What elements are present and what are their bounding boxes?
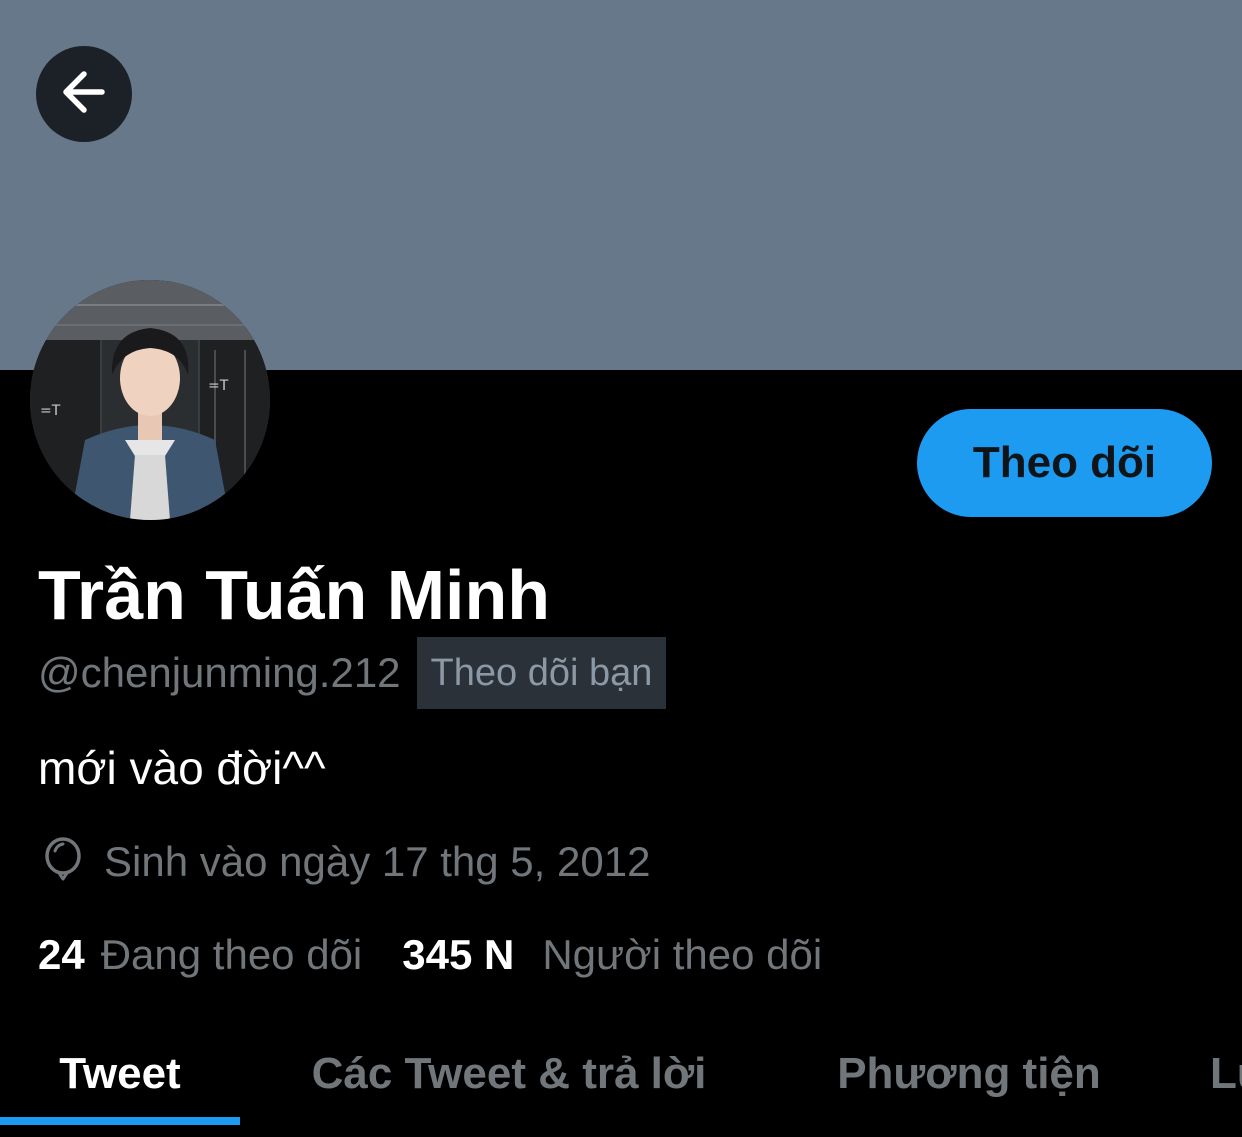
follows-you-badge: Theo dõi bạn bbox=[416, 637, 667, 709]
back-button[interactable] bbox=[36, 46, 132, 142]
handle-row: @chenjunming.212 Theo dõi bạn bbox=[38, 637, 667, 709]
following-stat[interactable]: 24 Đang theo dõi bbox=[38, 931, 362, 979]
following-count: 24 bbox=[38, 931, 85, 978]
birth-date-row: Sinh vào ngày 17 thg 5, 2012 bbox=[38, 832, 650, 892]
tab-likes[interactable]: Lu bbox=[1210, 1010, 1242, 1137]
display-name: Trần Tuấn Minh bbox=[38, 556, 551, 634]
follow-button[interactable]: Theo dõi bbox=[917, 409, 1212, 517]
stats-row: 24 Đang theo dõi 345 N Người theo dõi bbox=[38, 925, 822, 985]
active-tab-indicator bbox=[0, 1117, 240, 1125]
following-label: Đang theo dõi bbox=[100, 931, 363, 978]
profile-bio: mới vào đời^^ bbox=[38, 742, 326, 794]
followers-stat[interactable]: 345 N Người theo dõi bbox=[402, 931, 822, 979]
svg-text:=T: =T bbox=[208, 378, 229, 394]
tab-tweets-replies[interactable]: Các Tweet & trả lời bbox=[270, 1010, 748, 1137]
user-handle: @chenjunming.212 bbox=[38, 649, 401, 696]
avatar[interactable]: =T =T bbox=[30, 280, 270, 520]
arrow-left-icon bbox=[56, 64, 112, 124]
svg-text:=T: =T bbox=[40, 403, 61, 419]
followers-count: 345 N bbox=[402, 931, 515, 978]
birth-date-text: Sinh vào ngày 17 thg 5, 2012 bbox=[104, 838, 651, 885]
balloon-icon bbox=[38, 837, 88, 887]
tab-media[interactable]: Phương tiện bbox=[810, 1010, 1128, 1137]
followers-label: Người theo dõi bbox=[542, 931, 823, 978]
